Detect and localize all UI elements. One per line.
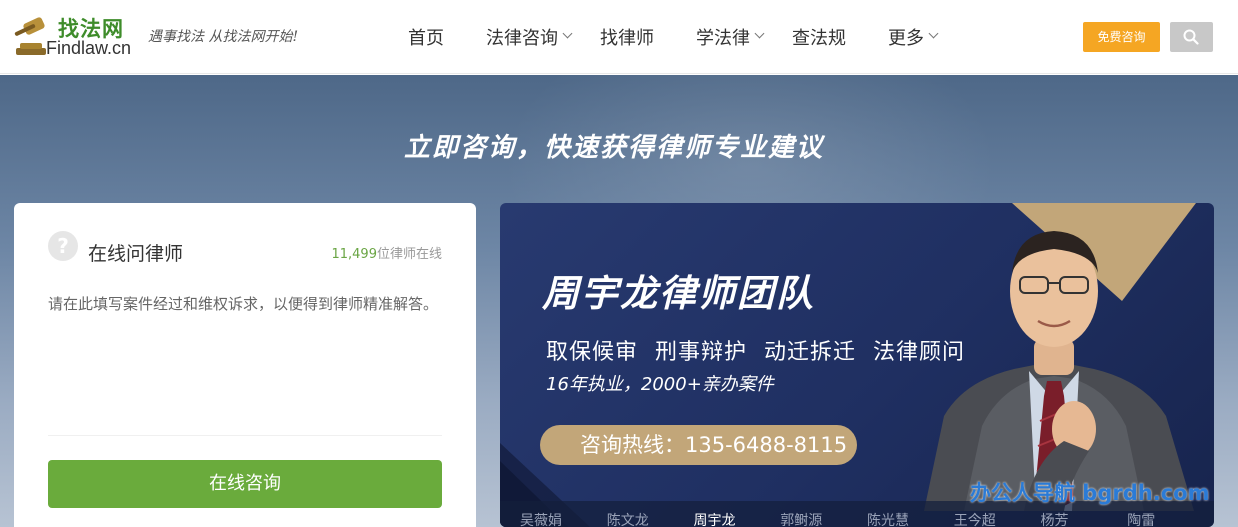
hotline-pill[interactable]: 咨询热线：135-6488-8115 [540, 425, 857, 465]
ask-lawyer-card: ? 在线问律师 11,499位律师在线 在线咨询 [14, 203, 476, 527]
online-lawyers-count: 11,499位律师在线 [331, 243, 442, 262]
hero-section: 立即咨询，快速获得律师专业建议 ? 在线问律师 11,499位律师在线 在线咨询… [0, 75, 1238, 527]
lawyer-tab[interactable]: 陈文龙 [607, 501, 694, 527]
lawyer-tab-active[interactable]: 周宇龙 [694, 501, 781, 527]
nav-learn-law[interactable]: 学法律 [696, 0, 765, 74]
lawyer-tab[interactable]: 吴薇娟 [520, 501, 607, 527]
team-name: 周宇龙律师团队 [542, 272, 815, 315]
divider [48, 435, 442, 436]
nav-find-lawyer-label: 找律师 [600, 28, 654, 49]
nav-legal-consult-label: 法律咨询 [486, 28, 558, 49]
search-button[interactable] [1170, 22, 1213, 52]
lawyer-tab[interactable]: 陈光慧 [867, 501, 954, 527]
online-consult-button[interactable]: 在线咨询 [48, 460, 442, 508]
nav-search-regulations-label: 查法规 [792, 28, 846, 49]
free-consult-button[interactable]: 免费咨询 [1083, 22, 1160, 52]
service-item: 取保候审 [546, 340, 639, 365]
nav-search-regulations[interactable]: 查法规 [792, 0, 846, 74]
service-item: 刑事辩护 [655, 340, 748, 365]
chevron-down-icon [562, 28, 573, 38]
search-icon [1183, 29, 1199, 45]
chevron-down-icon [928, 28, 939, 38]
online-count-suffix: 位律师在线 [376, 247, 442, 262]
nav-legal-consult[interactable]: 法律咨询 [486, 0, 573, 74]
findlaw-logo[interactable]: 找法网 Findlaw.cn [12, 10, 142, 62]
service-item: 动迁拆迁 [764, 340, 857, 365]
lawyer-tab[interactable]: 郭鲥源 [780, 501, 867, 527]
logo-english-text: Findlaw.cn [46, 38, 132, 58]
site-watermark: 办公人导航 bgrdh.com [970, 481, 1210, 505]
ask-card-title: 在线问律师 [88, 243, 184, 265]
top-header: 找法网 Findlaw.cn 遇事找法 从找法网开始! 首页 法律咨询 找律师 … [0, 0, 1238, 74]
online-count-number: 11,499 [331, 247, 377, 262]
nav-home[interactable]: 首页 [408, 0, 444, 74]
nav-more[interactable]: 更多 [888, 0, 939, 74]
chevron-down-icon [754, 28, 765, 38]
question-icon: ? [48, 231, 78, 261]
lawyer-portrait [924, 231, 1194, 511]
nav-learn-law-label: 学法律 [696, 28, 750, 49]
hero-title: 立即咨询，快速获得律师专业建议 [403, 133, 824, 163]
question-input[interactable] [48, 293, 448, 431]
experience-text: 16年执业，2000+亲办案件 [546, 374, 774, 395]
slogan: 遇事找法 从找法网开始! [148, 29, 299, 45]
nav-more-label: 更多 [888, 28, 924, 49]
nav-home-label: 首页 [408, 28, 444, 49]
nav-find-lawyer[interactable]: 找律师 [600, 0, 654, 74]
